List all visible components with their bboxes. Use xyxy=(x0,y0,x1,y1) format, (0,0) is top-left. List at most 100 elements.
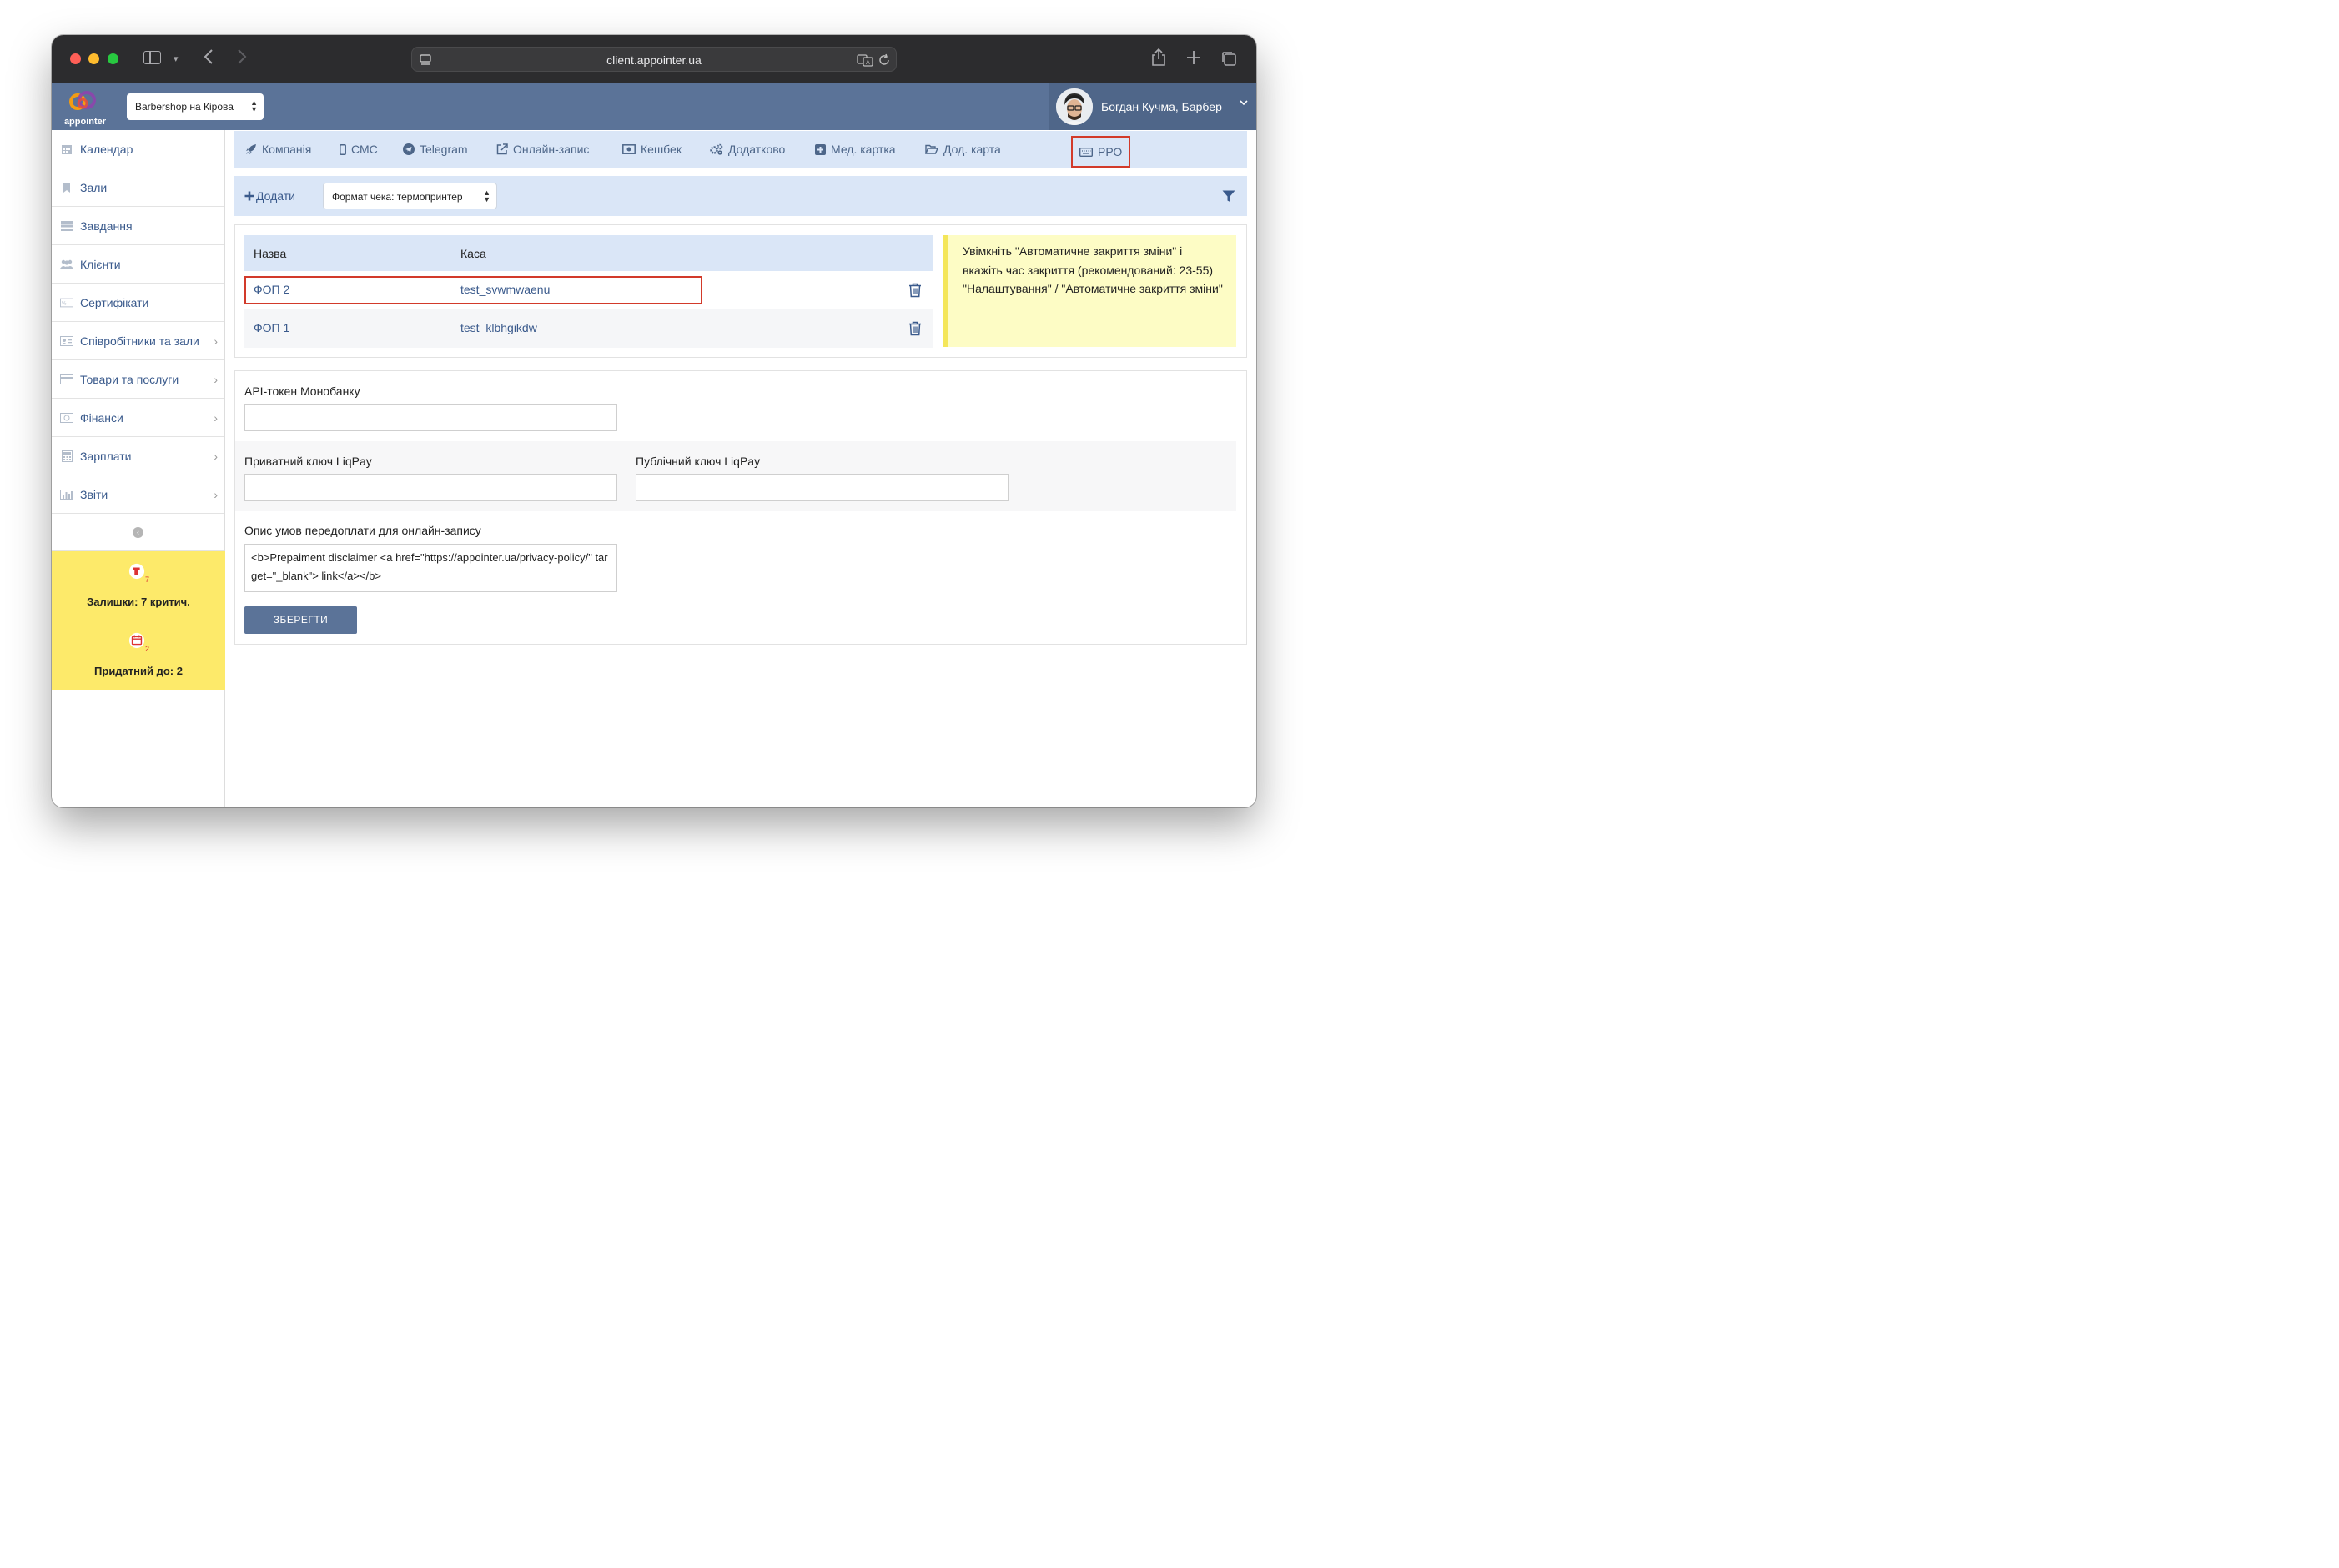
logo-icon xyxy=(69,91,96,110)
sidebar-item-label: Календар xyxy=(80,142,133,156)
logo-text: appointer xyxy=(63,117,107,127)
tab-label: Кешбек xyxy=(641,143,682,156)
sidebar-item-calendar[interactable]: Календар xyxy=(52,130,224,168)
row-name[interactable]: ФОП 2 xyxy=(254,283,289,296)
money-icon xyxy=(60,412,73,424)
table-row[interactable]: ФОП 1 test_klbhgikdw xyxy=(244,309,933,348)
tab-label: Telegram xyxy=(420,143,468,156)
row-cash[interactable]: test_klbhgikdw xyxy=(460,321,537,334)
liqpay-row: Приватний ключ LiqPay Публічний ключ Liq… xyxy=(235,441,1236,511)
sidebar-item-products[interactable]: Товари та послуги › xyxy=(52,360,224,399)
share-icon[interactable] xyxy=(1151,48,1166,70)
tab-label: Додатково xyxy=(728,143,786,156)
prepayment-description-textarea[interactable]: <b>Prepaiment disclaimer <a href="https:… xyxy=(244,544,617,592)
sidebar: Календар Зали Завдання Клієнти % Сертифі… xyxy=(52,130,225,807)
sidebar-item-finances[interactable]: Фінанси › xyxy=(52,399,224,437)
sidebar-item-salaries[interactable]: Зарплати › xyxy=(52,437,224,475)
appointer-logo[interactable]: appointer xyxy=(60,90,110,127)
bookmark-icon xyxy=(60,182,73,193)
tab-label: СМС xyxy=(351,143,378,156)
trash-icon[interactable] xyxy=(908,283,922,298)
tab-sms[interactable]: СМС xyxy=(340,131,378,168)
sidebar-toggle-icon[interactable] xyxy=(143,51,161,64)
chart-icon xyxy=(60,489,73,500)
table-header: Назва Каса xyxy=(244,235,933,271)
tab-rro[interactable]: РРО xyxy=(1071,136,1131,168)
tab-cashback[interactable]: Кешбек xyxy=(622,131,682,168)
reload-icon[interactable] xyxy=(878,53,891,67)
monobank-token-input[interactable] xyxy=(244,404,617,431)
chevron-down-icon xyxy=(1240,100,1248,106)
tab-additional[interactable]: Додатково xyxy=(710,131,785,168)
new-tab-icon[interactable] xyxy=(1186,50,1201,68)
auto-close-shift-notice: Увімкніть "Автоматичне закриття зміни" і… xyxy=(943,235,1236,347)
select-arrows-icon: ▲ ▼ xyxy=(250,98,258,113)
chevron-right-icon: › xyxy=(214,488,218,501)
row-cash[interactable]: test_svwmwaenu xyxy=(460,283,550,296)
card-icon xyxy=(60,374,73,385)
tasks-icon xyxy=(60,220,73,232)
sidebar-item-reports[interactable]: Звіти › xyxy=(52,475,224,514)
sidebar-item-label: Зарплати xyxy=(80,449,132,463)
zoom-window-button[interactable] xyxy=(108,53,118,64)
monobank-token-label: API-токен Монобанку xyxy=(244,384,360,398)
branch-select[interactable]: Barbershop на Кірова ▲ ▼ xyxy=(127,93,264,120)
notice-line-1: Увімкніть "Автоматичне закриття зміни" і… xyxy=(963,244,1214,277)
close-window-button[interactable] xyxy=(70,53,81,64)
address-bar[interactable]: client.appointer.ua A xyxy=(411,47,897,72)
phone-icon xyxy=(340,143,346,155)
tab-overview-icon[interactable] xyxy=(1220,50,1237,70)
money-icon xyxy=(622,144,636,154)
folder-open-icon xyxy=(925,144,938,154)
tab-company[interactable]: Компанія xyxy=(245,131,311,168)
sidebar-item-clients[interactable]: Клієнти xyxy=(52,245,224,284)
trash-icon[interactable] xyxy=(908,321,922,336)
telegram-icon xyxy=(403,143,415,155)
row-name[interactable]: ФОП 1 xyxy=(254,321,289,334)
chevron-right-icon: › xyxy=(214,450,218,463)
tab-label: Онлайн-запис xyxy=(513,143,590,156)
back-icon[interactable] xyxy=(204,48,214,68)
expiry-calendar-icon[interactable] xyxy=(128,632,145,649)
sidebar-item-label: Фінанси xyxy=(80,410,123,425)
chevron-down-icon[interactable]: ▾ xyxy=(174,51,179,68)
add-button[interactable]: Додати xyxy=(244,189,295,203)
sidebar-item-label: Товари та послуги xyxy=(80,372,179,386)
sidebar-item-tasks[interactable]: Завдання xyxy=(52,207,224,245)
tab-med-card[interactable]: Мед. картка xyxy=(815,131,896,168)
calculator-icon xyxy=(60,450,73,462)
stock-alert-icon[interactable] xyxy=(128,563,145,580)
expiry-warning-text[interactable]: Придатний до: 2 xyxy=(52,665,225,677)
tab-online-booking[interactable]: Онлайн-запис xyxy=(496,131,589,168)
liqpay-private-key-label: Приватний ключ LiqPay xyxy=(244,455,372,468)
tab-telegram[interactable]: Telegram xyxy=(403,131,468,168)
users-icon xyxy=(60,259,73,270)
sidebar-item-label: Завдання xyxy=(80,219,133,233)
user-menu[interactable]: Богдан Кучма, Барбер xyxy=(1049,83,1256,130)
tab-extra-card[interactable]: Дод. карта xyxy=(925,131,1001,168)
svg-text:%: % xyxy=(62,300,67,306)
select-arrows-icon: ▲ ▼ xyxy=(483,188,490,204)
forward-icon[interactable] xyxy=(237,48,247,68)
liqpay-public-key-label: Публічний ключ LiqPay xyxy=(636,455,761,468)
translate-icon[interactable]: A xyxy=(857,53,873,67)
collapse-sidebar-icon[interactable]: ‹ xyxy=(133,527,143,538)
chevron-right-icon: › xyxy=(214,334,218,348)
liqpay-private-key-input[interactable] xyxy=(244,474,617,501)
save-button[interactable]: ЗБЕРЕГТИ xyxy=(244,606,357,634)
filter-icon[interactable] xyxy=(1222,190,1235,203)
table-row[interactable]: ФОП 2 test_svwmwaenu xyxy=(244,271,933,309)
svg-text:A: A xyxy=(866,59,870,66)
sidebar-item-staff[interactable]: Співробітники та зали › xyxy=(52,322,224,360)
liqpay-public-key-input[interactable] xyxy=(636,474,1009,501)
sidebar-item-halls[interactable]: Зали xyxy=(52,168,224,207)
settings-tabs: Компанія СМС Telegram Онлайн-запис Кешбе… xyxy=(234,131,1247,168)
minimize-window-button[interactable] xyxy=(88,53,99,64)
tab-label: Компанія xyxy=(262,143,312,156)
stock-warning-text[interactable]: Залишки: 7 критич. xyxy=(52,596,225,608)
plus-square-icon xyxy=(815,143,826,155)
receipt-format-select[interactable]: Формат чека: термопринтер ▲ ▼ xyxy=(323,183,497,209)
sidebar-item-certificates[interactable]: % Сертифікати xyxy=(52,284,224,322)
stock-alert-badge: 7 xyxy=(145,575,150,584)
rro-toolbar: Додати Формат чека: термопринтер ▲ ▼ xyxy=(234,176,1247,216)
